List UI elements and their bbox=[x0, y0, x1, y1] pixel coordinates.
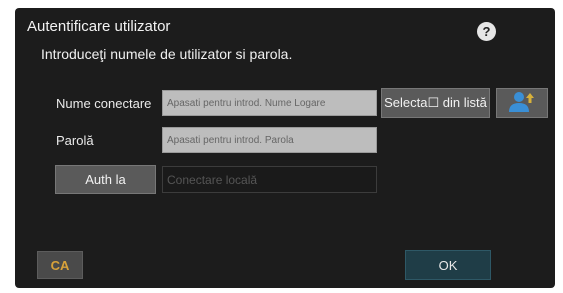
username-field[interactable]: Apasati pentru introd. Nume Logare bbox=[162, 90, 377, 116]
user-select-icon bbox=[508, 90, 536, 117]
dialog-subtitle: Introduceţi numele de utilizator si paro… bbox=[41, 46, 293, 62]
username-label: Nume conectare bbox=[56, 96, 152, 111]
clear-all-button[interactable]: CA bbox=[37, 251, 83, 279]
ok-button[interactable]: OK bbox=[405, 250, 491, 280]
dialog-title: Autentificare utilizator bbox=[27, 18, 171, 35]
auth-to-button[interactable]: Auth la bbox=[55, 165, 156, 194]
help-icon[interactable]: ? bbox=[477, 22, 496, 41]
auth-destination-field[interactable]: Conectare locală bbox=[162, 166, 377, 193]
user-select-button[interactable] bbox=[496, 88, 548, 118]
password-field[interactable]: Apasati pentru introd. Parola bbox=[162, 127, 377, 153]
password-label: Parolă bbox=[56, 133, 94, 148]
user-authentication-dialog: Autentificare utilizator ? Introduceţi n… bbox=[15, 8, 555, 288]
select-from-list-button[interactable]: Selecta☐ din listă bbox=[381, 88, 490, 118]
